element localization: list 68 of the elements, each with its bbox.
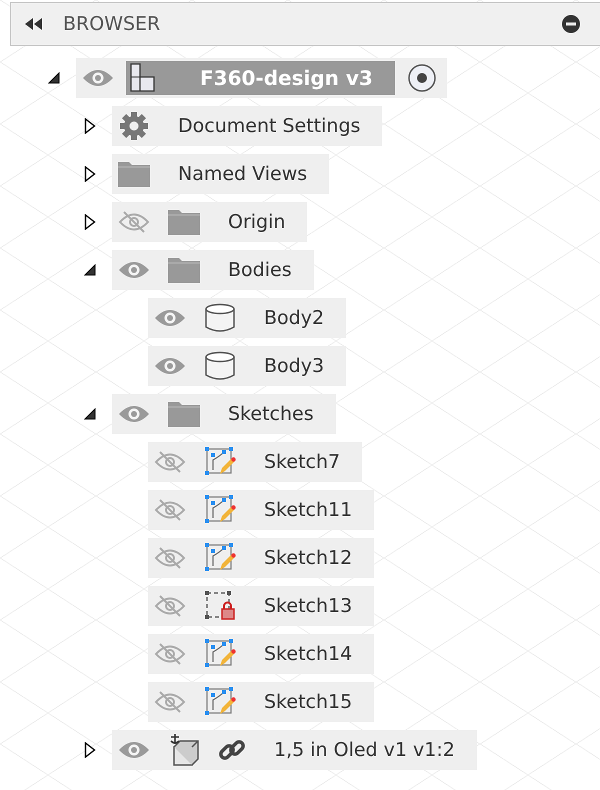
item-label: Sketch12 bbox=[264, 547, 352, 569]
tree-item[interactable]: 1,5 in Oled v1 v1:2 bbox=[112, 730, 477, 770]
collapse-panel-icon[interactable] bbox=[25, 18, 43, 30]
collapsed-triangle-icon[interactable] bbox=[84, 166, 96, 182]
cylinder-icon bbox=[204, 303, 236, 333]
tree-item[interactable]: Origin bbox=[112, 202, 308, 242]
folder-icon bbox=[168, 257, 200, 283]
anchored-box-icon bbox=[168, 733, 200, 767]
eye-icon[interactable] bbox=[118, 260, 150, 280]
hidden-eye-icon[interactable] bbox=[154, 690, 186, 714]
cylinder-icon bbox=[204, 351, 236, 381]
tree-item[interactable]: Sketch14 bbox=[148, 634, 374, 674]
hidden-eye-icon[interactable] bbox=[154, 546, 186, 570]
tree-item[interactable]: Sketch7 bbox=[148, 442, 362, 482]
locked-sketch-icon bbox=[204, 590, 236, 622]
tree-item[interactable]: Document Settings bbox=[112, 106, 382, 146]
hidden-eye-icon[interactable] bbox=[154, 498, 186, 522]
sketch-pencil-icon bbox=[204, 494, 236, 526]
eye-icon[interactable] bbox=[118, 404, 150, 424]
item-label: Origin bbox=[228, 211, 286, 233]
item-label: Sketch13 bbox=[264, 595, 352, 617]
component-blocks-icon bbox=[130, 63, 156, 93]
radio-button[interactable] bbox=[406, 63, 437, 93]
tree-item[interactable]: Body2 bbox=[148, 298, 346, 338]
item-label: Named Views bbox=[178, 163, 308, 185]
tree-item[interactable]: Sketch13 bbox=[148, 586, 374, 626]
folder-icon bbox=[168, 209, 200, 235]
design-name: F360-design v3 bbox=[200, 66, 373, 90]
tree-item[interactable]: Named Views bbox=[112, 154, 330, 194]
folder-icon bbox=[168, 401, 200, 427]
item-label: Bodies bbox=[228, 259, 292, 281]
collapsed-triangle-icon[interactable] bbox=[84, 742, 96, 758]
hidden-eye-icon[interactable] bbox=[154, 642, 186, 666]
expanded-triangle-icon[interactable] bbox=[84, 264, 96, 276]
hidden-eye-icon[interactable] bbox=[118, 210, 150, 234]
item-label: Sketch11 bbox=[264, 499, 352, 521]
item-label: 1,5 in Oled v1 v1:2 bbox=[274, 739, 455, 761]
tree-item[interactable]: Sketch15 bbox=[148, 682, 374, 722]
eye-icon[interactable] bbox=[154, 356, 186, 376]
tree-item[interactable]: Bodies bbox=[112, 250, 314, 290]
collapsed-triangle-icon[interactable] bbox=[84, 214, 96, 230]
item-label: Sketches bbox=[228, 403, 314, 425]
tree-item[interactable]: Sketches bbox=[112, 394, 336, 434]
sketch-pencil-icon bbox=[204, 446, 236, 478]
collapsed-triangle-icon[interactable] bbox=[84, 118, 96, 134]
folder-icon bbox=[118, 161, 150, 187]
tree-item[interactable]: Body3 bbox=[148, 346, 346, 386]
hidden-eye-icon[interactable] bbox=[154, 450, 186, 474]
item-label: Sketch15 bbox=[264, 691, 352, 713]
tree-item[interactable]: Sketch12 bbox=[148, 538, 374, 578]
hidden-eye-icon[interactable] bbox=[154, 594, 186, 618]
item-label: Sketch14 bbox=[264, 643, 352, 665]
item-label: Body2 bbox=[264, 307, 324, 329]
item-label: Document Settings bbox=[178, 115, 360, 137]
sketch-pencil-icon bbox=[204, 686, 236, 718]
eye-icon[interactable] bbox=[82, 68, 114, 88]
sketch-pencil-icon bbox=[204, 542, 236, 574]
minimize-icon[interactable] bbox=[562, 15, 580, 33]
expanded-triangle-icon[interactable] bbox=[48, 72, 60, 84]
tree-item[interactable]: Sketch11 bbox=[148, 490, 374, 530]
eye-icon[interactable] bbox=[154, 308, 186, 328]
item-label: Sketch7 bbox=[264, 451, 340, 473]
gear-icon bbox=[118, 110, 150, 142]
sketch-pencil-icon bbox=[204, 638, 236, 670]
expanded-triangle-icon[interactable] bbox=[84, 408, 96, 420]
eye-icon[interactable] bbox=[118, 740, 150, 760]
item-label: Body3 bbox=[264, 355, 324, 377]
panel-title: BROWSER bbox=[63, 13, 162, 35]
